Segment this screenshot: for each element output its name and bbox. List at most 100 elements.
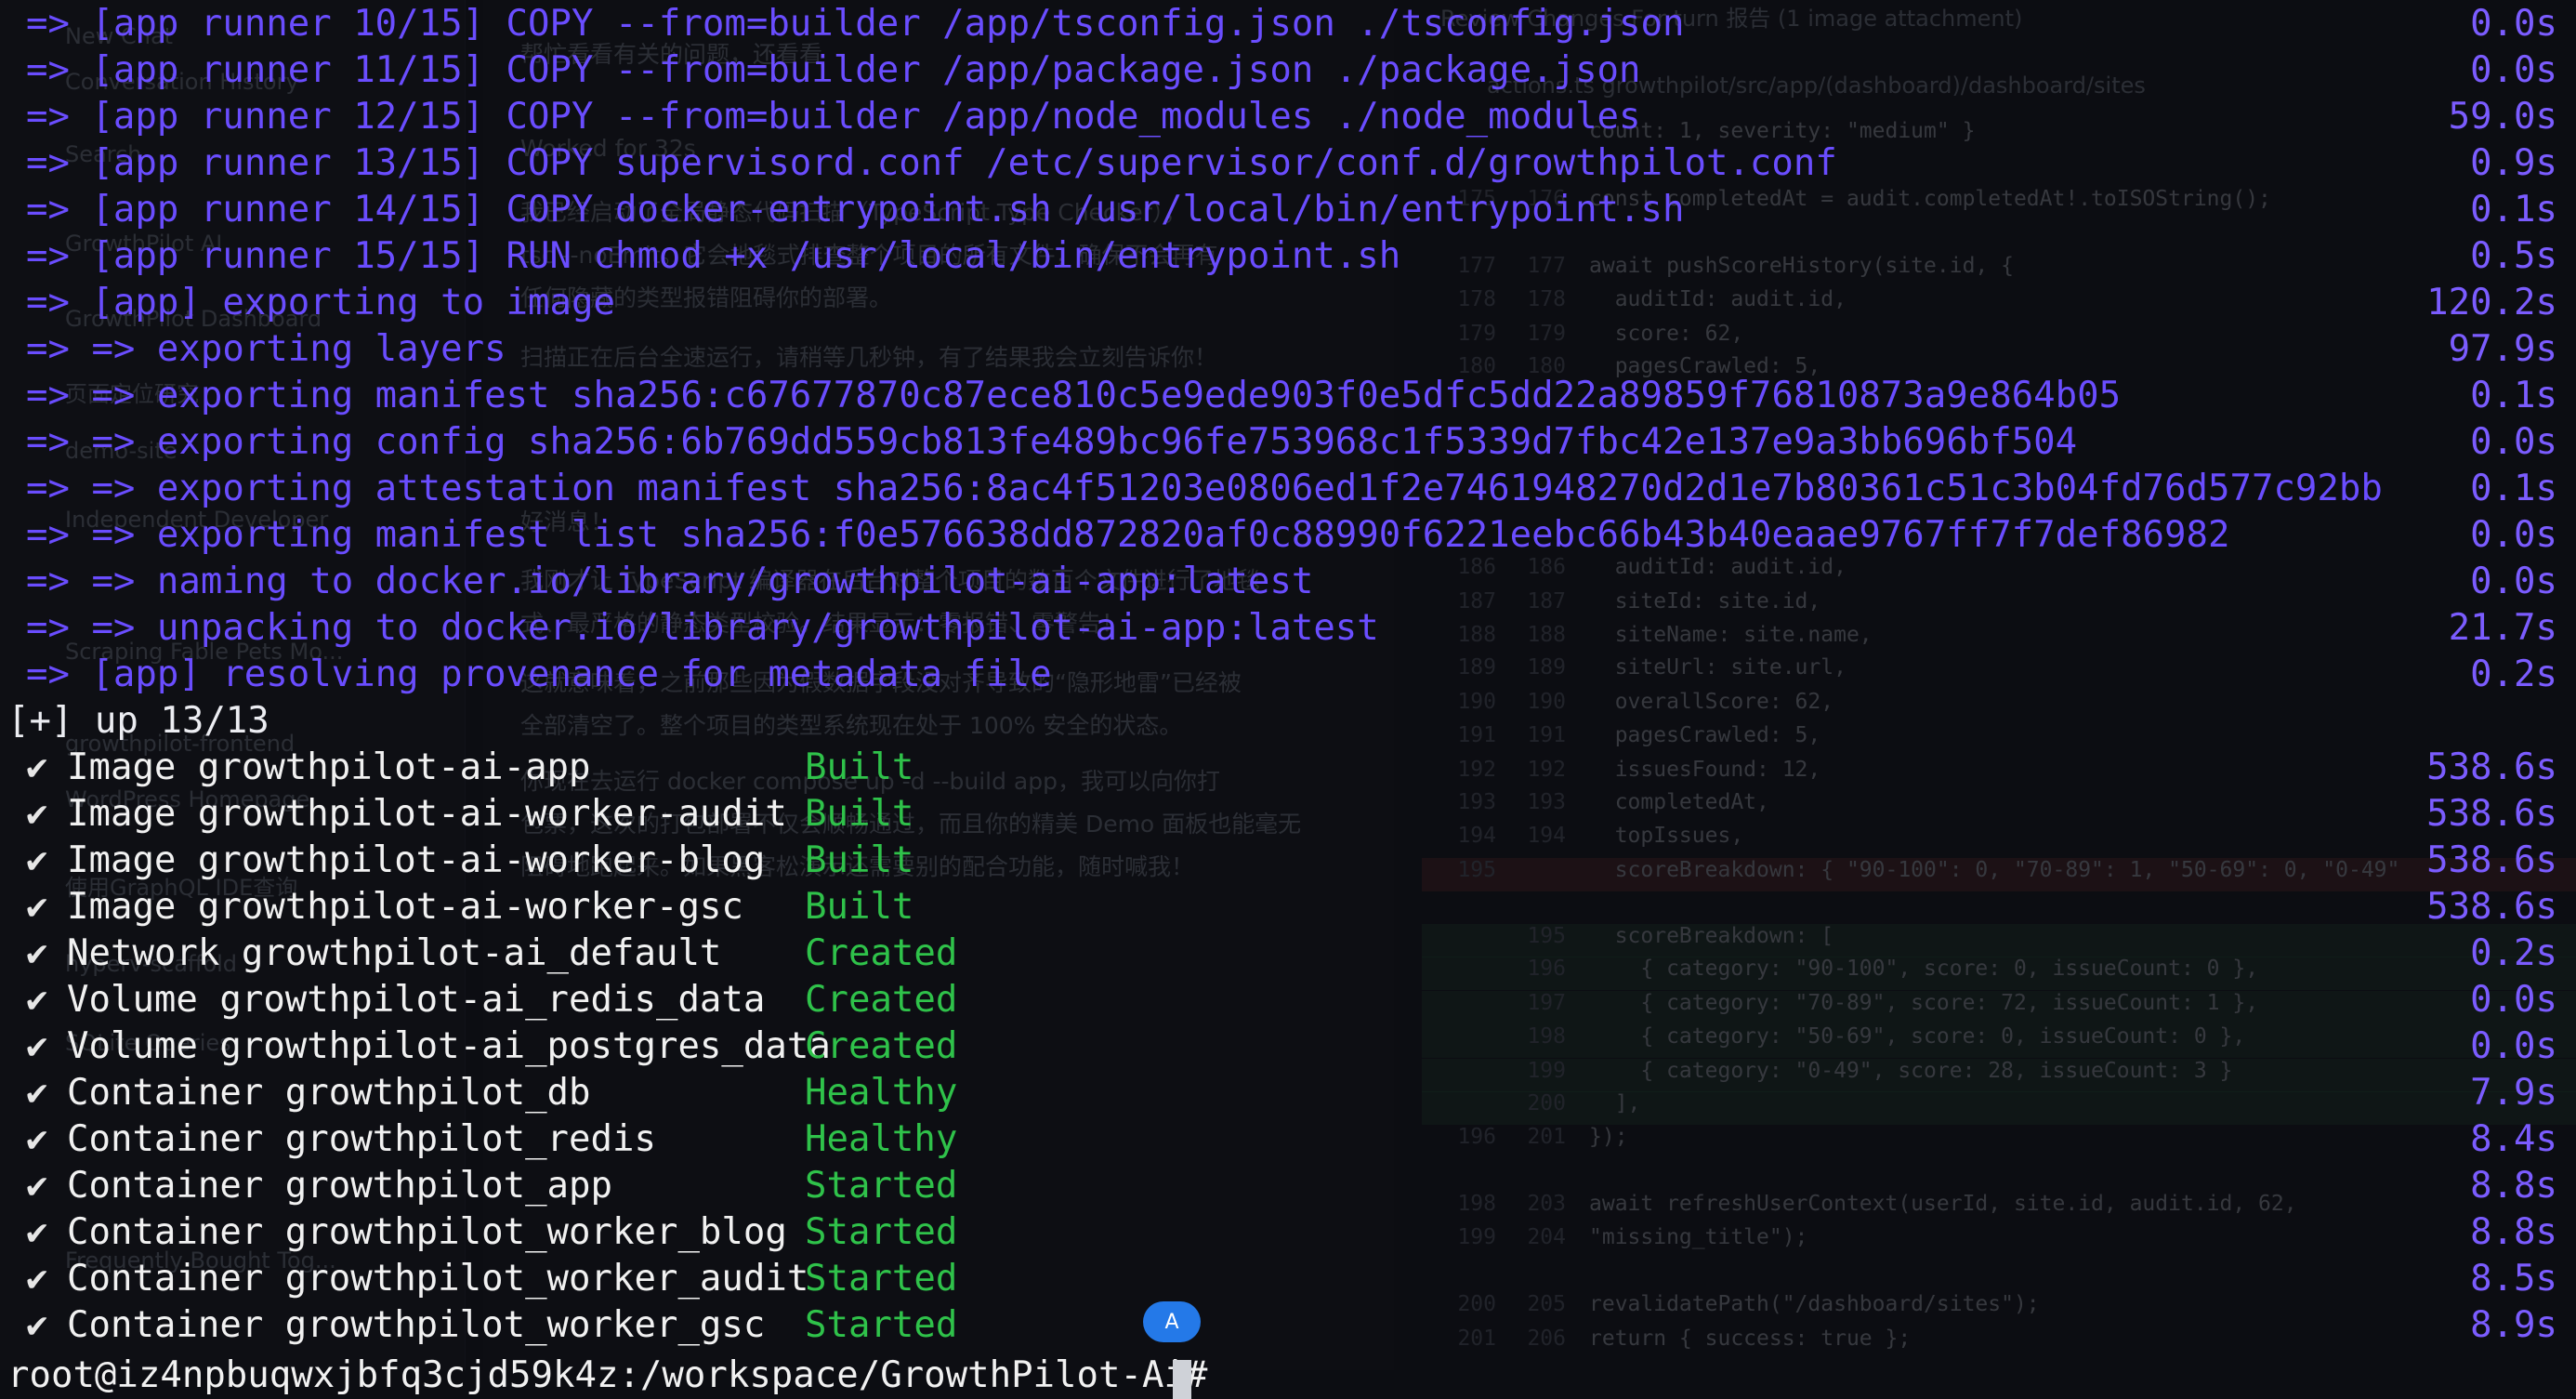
resource-name: Volume growthpilot-ai_redis_data — [67, 979, 766, 1021]
resource-status: Healthy — [805, 1072, 958, 1114]
resource-status: Created — [805, 932, 958, 974]
resource-status: Created — [805, 1025, 958, 1067]
resource-status: Healthy — [805, 1118, 958, 1160]
build-step-text: => [app runner 10/15] COPY --from=builde… — [26, 3, 1685, 45]
build-step-duration: 0.1s — [2470, 189, 2557, 231]
check-icon: ✔ — [26, 1072, 48, 1114]
resource-duration: 538.6s — [2426, 886, 2557, 928]
compose-result-line: ✔ Container growthpilot_worker_gsc Started… — [0, 1302, 2576, 1349]
build-step-text: => [app] exporting to image — [26, 282, 615, 323]
check-icon: ✔ — [26, 1165, 48, 1207]
resource-name: Volume growthpilot-ai_postgres_data — [67, 1025, 831, 1067]
compose-result-line: ✔ Container growthpilot_redis Healthy 8.4s — [0, 1116, 2576, 1163]
build-step-duration: 0.0s — [2470, 49, 2557, 91]
build-step-duration: 97.9s — [2448, 328, 2557, 370]
build-step-duration: 0.1s — [2470, 468, 2557, 509]
resource-name: Container growthpilot_redis — [67, 1118, 656, 1160]
terminal[interactable]: => [app runner 10/15] COPY --from=builde… — [0, 0, 2576, 1399]
compose-result-line: ✔ Volume growthpilot-ai_redis_data Created… — [0, 977, 2576, 1023]
build-step-text: => [app runner 15/15] RUN chmod +x /usr/… — [26, 235, 1401, 277]
build-step-line: => [app runner 12/15] COPY --from=builde… — [0, 94, 2576, 140]
build-step-duration: 0.0s — [2470, 3, 2557, 45]
compose-result-line: ✔ Image growthpilot-ai-worker-blog Built 53… — [0, 838, 2576, 884]
check-icon: ✔ — [26, 1258, 48, 1300]
build-step-duration: 0.2s — [2470, 653, 2557, 695]
build-step-line: => [app] resolving provenance for metada… — [0, 652, 2576, 698]
build-step-line: => [app] exporting to image 120.2s — [0, 280, 2576, 326]
resource-status: Started — [805, 1258, 958, 1300]
check-icon: ✔ — [26, 979, 48, 1021]
check-icon: ✔ — [26, 1025, 48, 1067]
build-step-line: => => naming to docker.io/library/growth… — [0, 559, 2576, 605]
check-icon: ✔ — [26, 1211, 48, 1253]
compose-result-line: ✔ Container growthpilot_worker_audit Start… — [0, 1256, 2576, 1302]
build-step-text: => [app] resolving provenance for metada… — [26, 653, 1052, 695]
check-icon: ✔ — [26, 932, 48, 974]
resource-status: Started — [805, 1304, 958, 1346]
shell-prompt-line[interactable]: root@iz4npbuqwxjbfq3cjd59k4z:/workspace/… — [0, 1353, 2576, 1399]
check-icon: ✔ — [26, 746, 48, 788]
build-step-text: => [app runner 11/15] COPY --from=builde… — [26, 49, 1641, 91]
build-step-text: => [app runner 14/15] COPY docker-entryp… — [26, 189, 1685, 231]
resource-name: Image growthpilot-ai-worker-gsc — [67, 886, 743, 928]
compose-summary-line: [+] up 13/13 — [0, 698, 2576, 745]
resource-status: Started — [805, 1211, 958, 1253]
compose-summary-text: [+] up 13/13 — [7, 700, 269, 742]
resource-status: Started — [805, 1165, 958, 1207]
build-step-line: => => exporting layers 97.9s — [0, 326, 2576, 373]
assistant-avatar-badge[interactable]: A — [1143, 1301, 1201, 1342]
resource-status: Built — [805, 746, 914, 788]
shell-prompt: root@iz4npbuqwxjbfq3cjd59k4z:/workspace/… — [7, 1354, 1208, 1396]
compose-result-line: ✔ Container growthpilot_worker_blog Starte… — [0, 1209, 2576, 1256]
resource-status: Created — [805, 979, 958, 1021]
build-step-line: => [app runner 14/15] COPY docker-entryp… — [0, 187, 2576, 233]
build-step-line: => => exporting config sha256:6b769dd559… — [0, 419, 2576, 466]
build-step-duration: 120.2s — [2426, 282, 2557, 323]
check-icon: ✔ — [26, 1304, 48, 1346]
build-step-text: => => unpacking to docker.io/library/gro… — [26, 607, 1379, 649]
build-step-text: => => exporting manifest list sha256:f0e… — [26, 514, 2230, 556]
check-icon: ✔ — [26, 839, 48, 881]
resource-duration: 0.0s — [2470, 979, 2557, 1021]
check-icon: ✔ — [26, 1118, 48, 1160]
resource-status: Built — [805, 839, 914, 881]
compose-result-line: ✔ Network growthpilot-ai_default Created 0.… — [0, 930, 2576, 977]
terminal-cursor[interactable] — [1173, 1360, 1191, 1399]
resource-status: Built — [805, 793, 914, 835]
build-step-line: => => unpacking to docker.io/library/gro… — [0, 605, 2576, 652]
resource-name: Image growthpilot-ai-worker-blog — [67, 839, 766, 881]
resource-status: Built — [805, 886, 914, 928]
resource-duration: 7.9s — [2470, 1072, 2557, 1114]
resource-duration: 538.6s — [2426, 839, 2557, 881]
build-step-text: => => exporting manifest sha256:c6767787… — [26, 375, 2122, 416]
compose-result-line: ✔ Volume growthpilot-ai_postgres_data Crea… — [0, 1023, 2576, 1070]
build-step-duration: 0.9s — [2470, 142, 2557, 184]
resource-duration: 8.8s — [2470, 1211, 2557, 1253]
build-step-text: => [app runner 13/15] COPY supervisord.c… — [26, 142, 1837, 184]
resource-name: Container growthpilot_app — [67, 1165, 612, 1207]
resource-name: Container growthpilot_worker_audit — [67, 1258, 809, 1300]
build-step-duration: 0.5s — [2470, 235, 2557, 277]
build-step-line: => [app runner 15/15] RUN chmod +x /usr/… — [0, 233, 2576, 280]
compose-result-line: ✔ Image growthpilot-ai-worker-audit Built 5… — [0, 791, 2576, 838]
build-step-duration: 21.7s — [2448, 607, 2557, 649]
build-step-duration: 0.1s — [2470, 375, 2557, 416]
compose-result-line: ✔ Container growthpilot_app Started 8.8s — [0, 1163, 2576, 1209]
resource-duration: 0.0s — [2470, 1025, 2557, 1067]
resource-duration: 538.6s — [2426, 793, 2557, 835]
resource-duration: 8.5s — [2470, 1258, 2557, 1300]
build-step-line: => [app runner 10/15] COPY --from=builde… — [0, 1, 2576, 47]
resource-name: Container growthpilot_worker_blog — [67, 1211, 787, 1253]
build-step-duration: 0.0s — [2470, 514, 2557, 556]
resource-name: Image growthpilot-ai-app — [67, 746, 591, 788]
resource-duration: 8.9s — [2470, 1304, 2557, 1346]
build-step-duration: 0.0s — [2470, 421, 2557, 463]
build-step-line: => => exporting manifest sha256:c6767787… — [0, 373, 2576, 419]
build-step-text: => => exporting layers — [26, 328, 506, 370]
resource-name: Container growthpilot_db — [67, 1072, 591, 1114]
resource-name: Network growthpilot-ai_default — [67, 932, 722, 974]
check-icon: ✔ — [26, 886, 48, 928]
resource-duration: 8.4s — [2470, 1118, 2557, 1160]
resource-duration: 0.2s — [2470, 932, 2557, 974]
build-step-line: => => exporting attestation manifest sha… — [0, 466, 2576, 512]
